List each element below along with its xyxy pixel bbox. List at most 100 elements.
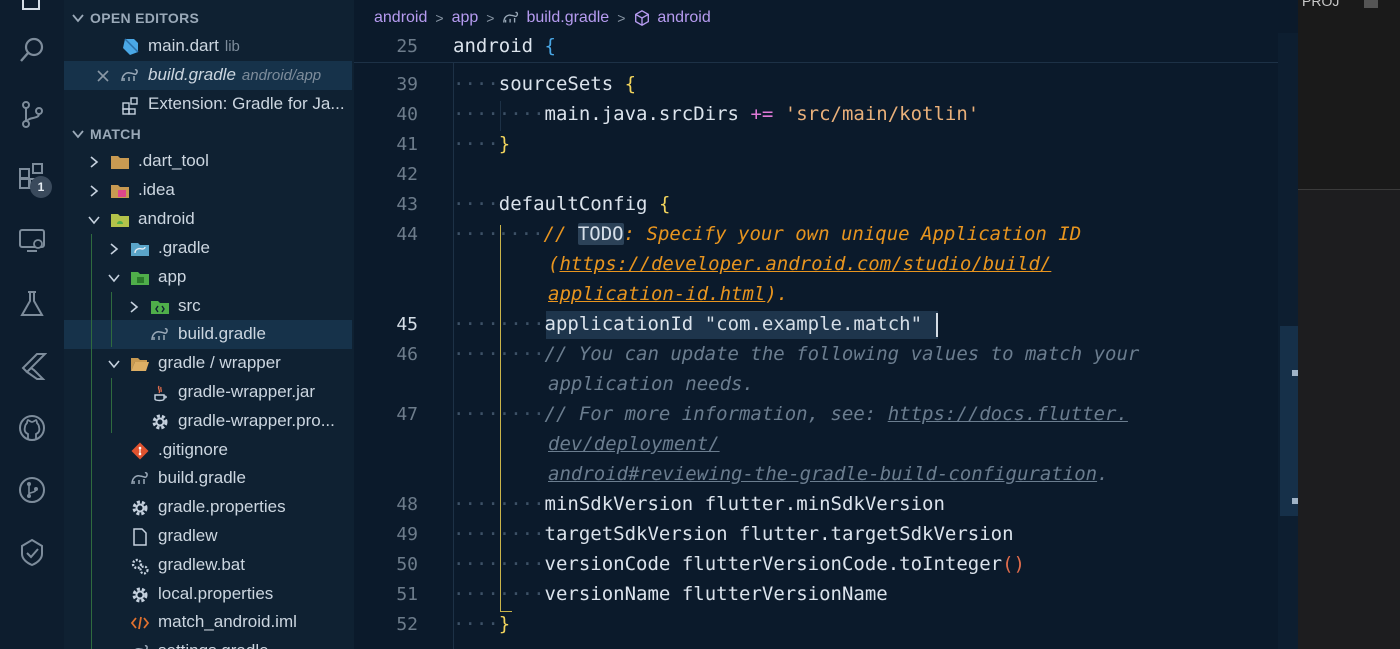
code-line: ········minSdkVersion flutter.minSdkVers… <box>453 493 945 515</box>
code-line: ········versionName flutterVersionName <box>453 583 888 605</box>
breadcrumb-item[interactable]: android <box>374 9 427 27</box>
idea-folder-icon <box>110 181 130 201</box>
line-number: 51 <box>396 584 418 605</box>
symbol-class-icon <box>635 10 650 26</box>
right-panel: PROJ <box>1298 0 1400 649</box>
line-number: 39 <box>396 74 418 95</box>
breadcrumb-item[interactable]: app <box>452 9 479 27</box>
tree-item-match-android-iml[interactable]: match_android.iml <box>64 608 352 637</box>
testing-icon[interactable] <box>12 284 52 324</box>
line-number: 25 <box>396 36 418 57</box>
flutter-icon[interactable] <box>12 346 52 386</box>
checklist-icon[interactable] <box>12 532 52 572</box>
open-editor-extension-gradle[interactable]: Extension: Gradle for Ja... <box>64 90 352 119</box>
java-icon <box>150 383 170 403</box>
text-cursor <box>936 313 938 337</box>
panel-label: PROJ <box>1302 0 1340 9</box>
code-line: ········targetSdkVersion flutter.targetS… <box>453 523 1014 545</box>
chevron-down-icon <box>108 360 120 369</box>
line-number: 47 <box>396 404 418 425</box>
explorer-icon[interactable] <box>12 0 52 20</box>
tree-item-dart-tool[interactable]: .dart_tool <box>64 147 352 176</box>
chevron-down-icon <box>72 13 84 22</box>
code-line-wrap: application needs. <box>548 373 754 395</box>
line-number: 50 <box>396 554 418 575</box>
link[interactable]: android#reviewing-the-gradle-build-confi… <box>548 463 1097 485</box>
code-line-wrap: (https://developer.android.com/studio/bu… <box>548 253 1052 275</box>
gradle-folder-icon <box>130 239 150 259</box>
line-number: 44 <box>396 224 418 245</box>
gear-icon <box>150 412 170 432</box>
scrollbar-thumb[interactable] <box>1280 326 1298 516</box>
chevron-down-icon <box>72 129 84 138</box>
panel-icon[interactable] <box>1364 0 1378 8</box>
link[interactable]: application-id.html <box>548 283 765 305</box>
code-line: ········// You can update the following … <box>453 343 1140 365</box>
right-panel-top: PROJ <box>1298 0 1400 190</box>
code-line: ········versionCode flutterVersionCode.t… <box>453 553 1025 575</box>
gradle-icon <box>150 325 170 345</box>
tree-item-gradlew-bat[interactable]: gradlew.bat <box>64 551 352 580</box>
tree-item-src[interactable]: src <box>64 292 352 321</box>
xml-icon <box>130 613 150 633</box>
git-icon <box>130 441 150 461</box>
tree-indent-guide <box>111 378 112 433</box>
line-number: 45 <box>396 314 418 335</box>
chevron-down-icon <box>108 274 120 283</box>
tree-item-app-build-gradle[interactable]: build.gradle <box>64 320 352 349</box>
tree-indent-guide <box>91 234 92 649</box>
search-icon[interactable] <box>12 30 52 70</box>
code-line: android { <box>453 35 556 57</box>
code-line: ····} <box>453 133 511 155</box>
project-header[interactable]: MATCH <box>64 119 354 148</box>
tree-item-gitignore[interactable]: .gitignore <box>64 436 352 465</box>
tree-item-local-properties[interactable]: local.properties <box>64 580 352 609</box>
code-line: ········main.java.srcDirs += 'src/main/k… <box>453 103 980 125</box>
link[interactable]: https://docs.flutter. <box>888 403 1128 425</box>
git-graph-icon[interactable] <box>12 470 52 510</box>
android-folder-icon <box>110 210 130 230</box>
code-editor[interactable]: android > app > build.gradle > android 2… <box>354 0 1298 649</box>
tree-item-settings-gradle[interactable]: settings.gradle <box>64 637 352 649</box>
activity-bar: 1 <box>0 0 64 649</box>
tree-item-app[interactable]: app <box>64 263 352 292</box>
line-number: 41 <box>396 134 418 155</box>
tree-item-gradle-wrapper-jar[interactable]: gradle-wrapper.jar <box>64 378 352 407</box>
remote-explorer-icon[interactable] <box>12 220 52 260</box>
code-line-active: ········applicationId "com.example.match… <box>453 313 923 335</box>
breadcrumb-item[interactable]: android <box>657 9 710 27</box>
code-line: ····} <box>453 613 511 635</box>
chevron-right-icon <box>130 301 139 313</box>
tree-item-dot-gradle[interactable]: .gradle <box>64 234 352 263</box>
tree-item-android[interactable]: android <box>64 205 352 234</box>
chevron-right-icon <box>90 156 99 168</box>
extensions-badge: 1 <box>30 176 52 198</box>
tree-item-gradle-wrapper-properties[interactable]: gradle-wrapper.pro... <box>64 407 352 436</box>
source-control-icon[interactable] <box>12 94 52 134</box>
close-icon[interactable] <box>96 69 110 83</box>
tree-item-android-build-gradle[interactable]: build.gradle <box>64 464 352 493</box>
chevron-right-icon <box>110 243 119 255</box>
gradle-icon <box>503 11 519 23</box>
line-number: 48 <box>396 494 418 515</box>
dart-file-icon <box>120 37 140 57</box>
line-number: 52 <box>396 614 418 635</box>
extension-preview-icon <box>120 95 140 115</box>
breadcrumb: android > app > build.gradle > android <box>374 6 711 30</box>
open-editor-build-gradle[interactable]: build.gradle android/app <box>64 61 352 90</box>
tree-item-idea[interactable]: .idea <box>64 176 352 205</box>
chevron-down-icon <box>88 216 100 225</box>
tree-item-gradle-properties[interactable]: gradle.properties <box>64 493 352 522</box>
open-editor-main-dart[interactable]: main.dart lib <box>64 32 352 61</box>
breadcrumb-item[interactable]: build.gradle <box>526 9 609 27</box>
tree-item-gradlew[interactable]: gradlew <box>64 522 352 551</box>
folder-icon <box>110 152 130 172</box>
link[interactable]: https://developer.android.com/studio/bui… <box>559 253 1051 275</box>
tree-item-gradle-wrapper[interactable]: gradle / wrapper <box>64 349 352 378</box>
link[interactable]: dev/deployment/ <box>548 433 720 455</box>
gradle-icon <box>120 66 140 86</box>
code-line: ········// For more information, see: ht… <box>453 403 1128 425</box>
explorer-sidebar: OPEN EDITORS main.dart lib build.gradle an… <box>64 0 354 649</box>
open-editors-header[interactable]: OPEN EDITORS <box>64 3 354 32</box>
github-icon[interactable] <box>12 408 52 448</box>
